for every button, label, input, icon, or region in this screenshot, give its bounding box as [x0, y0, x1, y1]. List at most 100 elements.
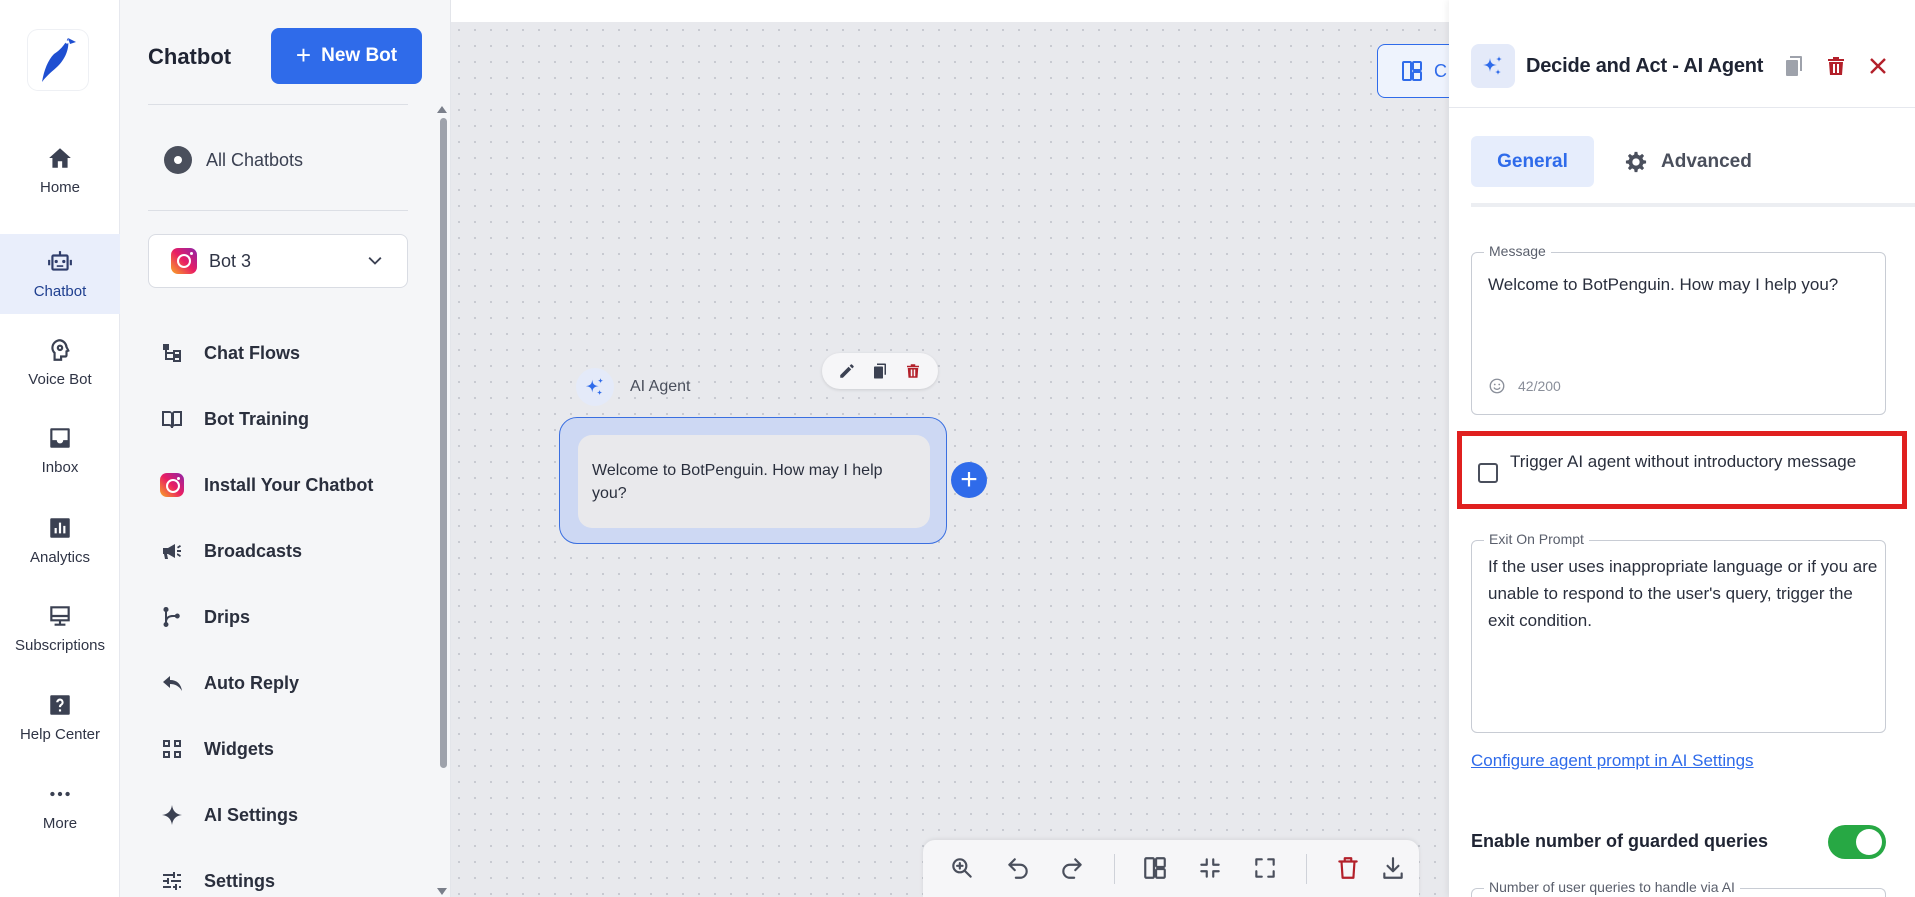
message-value[interactable]: Welcome to BotPenguin. How may I help yo…: [1488, 271, 1873, 298]
tab-advanced[interactable]: Advanced: [1625, 136, 1752, 187]
ai-agent-icon: [576, 368, 614, 406]
bird-logo-icon: [42, 38, 76, 82]
exit-prompt-value[interactable]: If the user uses inappropriate language …: [1488, 553, 1878, 634]
bot-selector[interactable]: Bot 3: [148, 234, 408, 288]
branch-icon: [163, 606, 180, 627]
char-count: 42/200: [1518, 378, 1561, 394]
close-icon: [1870, 58, 1886, 74]
book-icon: [162, 410, 182, 428]
trigger-checkbox[interactable]: [1478, 463, 1498, 483]
panel-title: Decide and Act - AI Agent: [1526, 55, 1764, 77]
expand-icon: [1255, 858, 1275, 878]
delete-flow-button[interactable]: [1333, 853, 1363, 883]
download-icon: [1383, 857, 1403, 879]
new-bot-button[interactable]: + New Bot: [271, 28, 422, 84]
home-icon: [49, 147, 71, 168]
redo-button[interactable]: [1057, 853, 1087, 883]
sidebar-item-install-your-chatbot[interactable]: Install Your Chatbot: [160, 452, 420, 518]
rail-item-more[interactable]: More: [0, 766, 120, 846]
sidebar-item-broadcasts[interactable]: Broadcasts: [160, 518, 420, 584]
pencil-icon[interactable]: [838, 362, 856, 380]
sparkle-icon: [162, 805, 182, 825]
trash-icon[interactable]: [904, 362, 922, 380]
scroll-down-arrow[interactable]: [437, 888, 447, 895]
rail-label: Help Center: [19, 725, 101, 743]
sidebar-item-auto-reply[interactable]: Auto Reply: [160, 650, 420, 716]
scroll-up-arrow[interactable]: [437, 106, 447, 113]
collapse-button[interactable]: [1195, 853, 1225, 883]
redo-icon: [1062, 858, 1082, 879]
download-button[interactable]: [1378, 853, 1408, 883]
rail-label: Subscriptions: [14, 636, 106, 654]
trash-icon: [1828, 57, 1844, 75]
rail-item-help-center[interactable]: Help Center: [0, 677, 120, 757]
rail-label: More: [42, 814, 78, 832]
plus-icon: +: [295, 40, 312, 70]
emoji-icon[interactable]: [1488, 377, 1506, 395]
sidebar-scrollbar[interactable]: [440, 118, 447, 768]
copy-icon[interactable]: [871, 362, 889, 380]
canvas-toolbar: [923, 840, 1419, 897]
rail-label: Voice Bot: [28, 370, 92, 388]
toolbar-divider: [1306, 854, 1307, 884]
rail-label: Chatbot: [33, 282, 87, 300]
grid-icon: [163, 740, 181, 758]
node-header: AI Agent: [576, 368, 691, 406]
guarded-queries-field[interactable]: Number of user queries to handle via AI: [1471, 879, 1886, 897]
add-node-button[interactable]: +: [951, 462, 987, 498]
layout-icon: [1144, 857, 1166, 879]
flow-icon: [163, 344, 181, 362]
close-panel-button[interactable]: [1864, 52, 1892, 80]
sliders-icon: [163, 872, 181, 890]
sidebar-item-widgets[interactable]: Widgets: [160, 716, 420, 782]
node-message: Welcome to BotPenguin. How may I help yo…: [578, 435, 930, 528]
sidebar-item-label: Widgets: [204, 738, 274, 759]
message-field[interactable]: Message Welcome to BotPenguin. How may I…: [1471, 243, 1886, 415]
node-header-label: AI Agent: [630, 378, 691, 395]
sidebar-item-label: Bot Training: [204, 408, 309, 429]
duplicate-node-button[interactable]: [1780, 52, 1808, 80]
rail-item-subscriptions[interactable]: Subscriptions: [0, 588, 120, 668]
undo-button[interactable]: [1003, 853, 1033, 883]
sidebar-item-chat-flows[interactable]: Chat Flows: [160, 320, 420, 386]
sidebar-item-label: Drips: [204, 606, 251, 627]
fullscreen-button[interactable]: [1250, 853, 1280, 883]
auto-layout-button[interactable]: [1140, 853, 1170, 883]
rail-item-analytics[interactable]: Analytics: [0, 500, 120, 580]
ai-agent-icon: [1471, 44, 1515, 88]
app-logo[interactable]: [28, 30, 88, 90]
sidebar-title: Chatbot: [148, 44, 232, 69]
robot-icon: [48, 250, 72, 271]
sidebar-item-settings[interactable]: Settings: [160, 848, 420, 897]
ai-agent-node[interactable]: Welcome to BotPenguin. How may I help yo…: [559, 417, 947, 544]
inbox-icon: [50, 427, 70, 448]
rail-item-voice-bot[interactable]: Voice Bot: [0, 322, 120, 402]
voice-head-icon: [51, 338, 70, 361]
gear-icon: [1625, 151, 1647, 172]
guarded-queries-toggle[interactable]: [1828, 825, 1886, 859]
trigger-label[interactable]: Trigger AI agent without introductory me…: [1510, 447, 1880, 476]
sidebar-item-label: Broadcasts: [204, 540, 303, 561]
sidebar-item-label: AI Settings: [204, 804, 299, 825]
rail-item-inbox[interactable]: Inbox: [0, 410, 120, 490]
rail-label: Home: [39, 178, 80, 196]
configure-prompt-link[interactable]: Configure agent prompt in AI Settings: [1471, 751, 1754, 771]
sidebar-item-label: Auto Reply: [204, 672, 300, 693]
sidebar-item-label: Install Your Chatbot: [204, 474, 374, 495]
message-counter: 42/200: [1488, 377, 1561, 395]
zoom-in-button[interactable]: [947, 853, 977, 883]
all-chatbots-label: All Chatbots: [206, 149, 304, 170]
tab-general[interactable]: General: [1471, 136, 1594, 187]
delete-node-button[interactable]: [1822, 52, 1850, 80]
exit-prompt-field[interactable]: Exit On Prompt If the user uses inapprop…: [1471, 531, 1886, 733]
sidebar-item-drips[interactable]: Drips: [160, 584, 420, 650]
rail-item-chatbot[interactable]: Chatbot: [0, 234, 120, 314]
rail-item-home[interactable]: Home: [0, 130, 120, 210]
sparkle-icon: [1483, 56, 1502, 75]
sidebar-divider: [148, 104, 408, 105]
sidebar-item-bot-training[interactable]: Bot Training: [160, 386, 420, 452]
toolbar-divider: [1114, 854, 1115, 884]
layout-button[interactable]: C: [1377, 44, 1457, 98]
sidebar-item-ai-settings[interactable]: AI Settings: [160, 782, 420, 848]
all-chatbots-link[interactable]: All Chatbots: [164, 146, 303, 174]
